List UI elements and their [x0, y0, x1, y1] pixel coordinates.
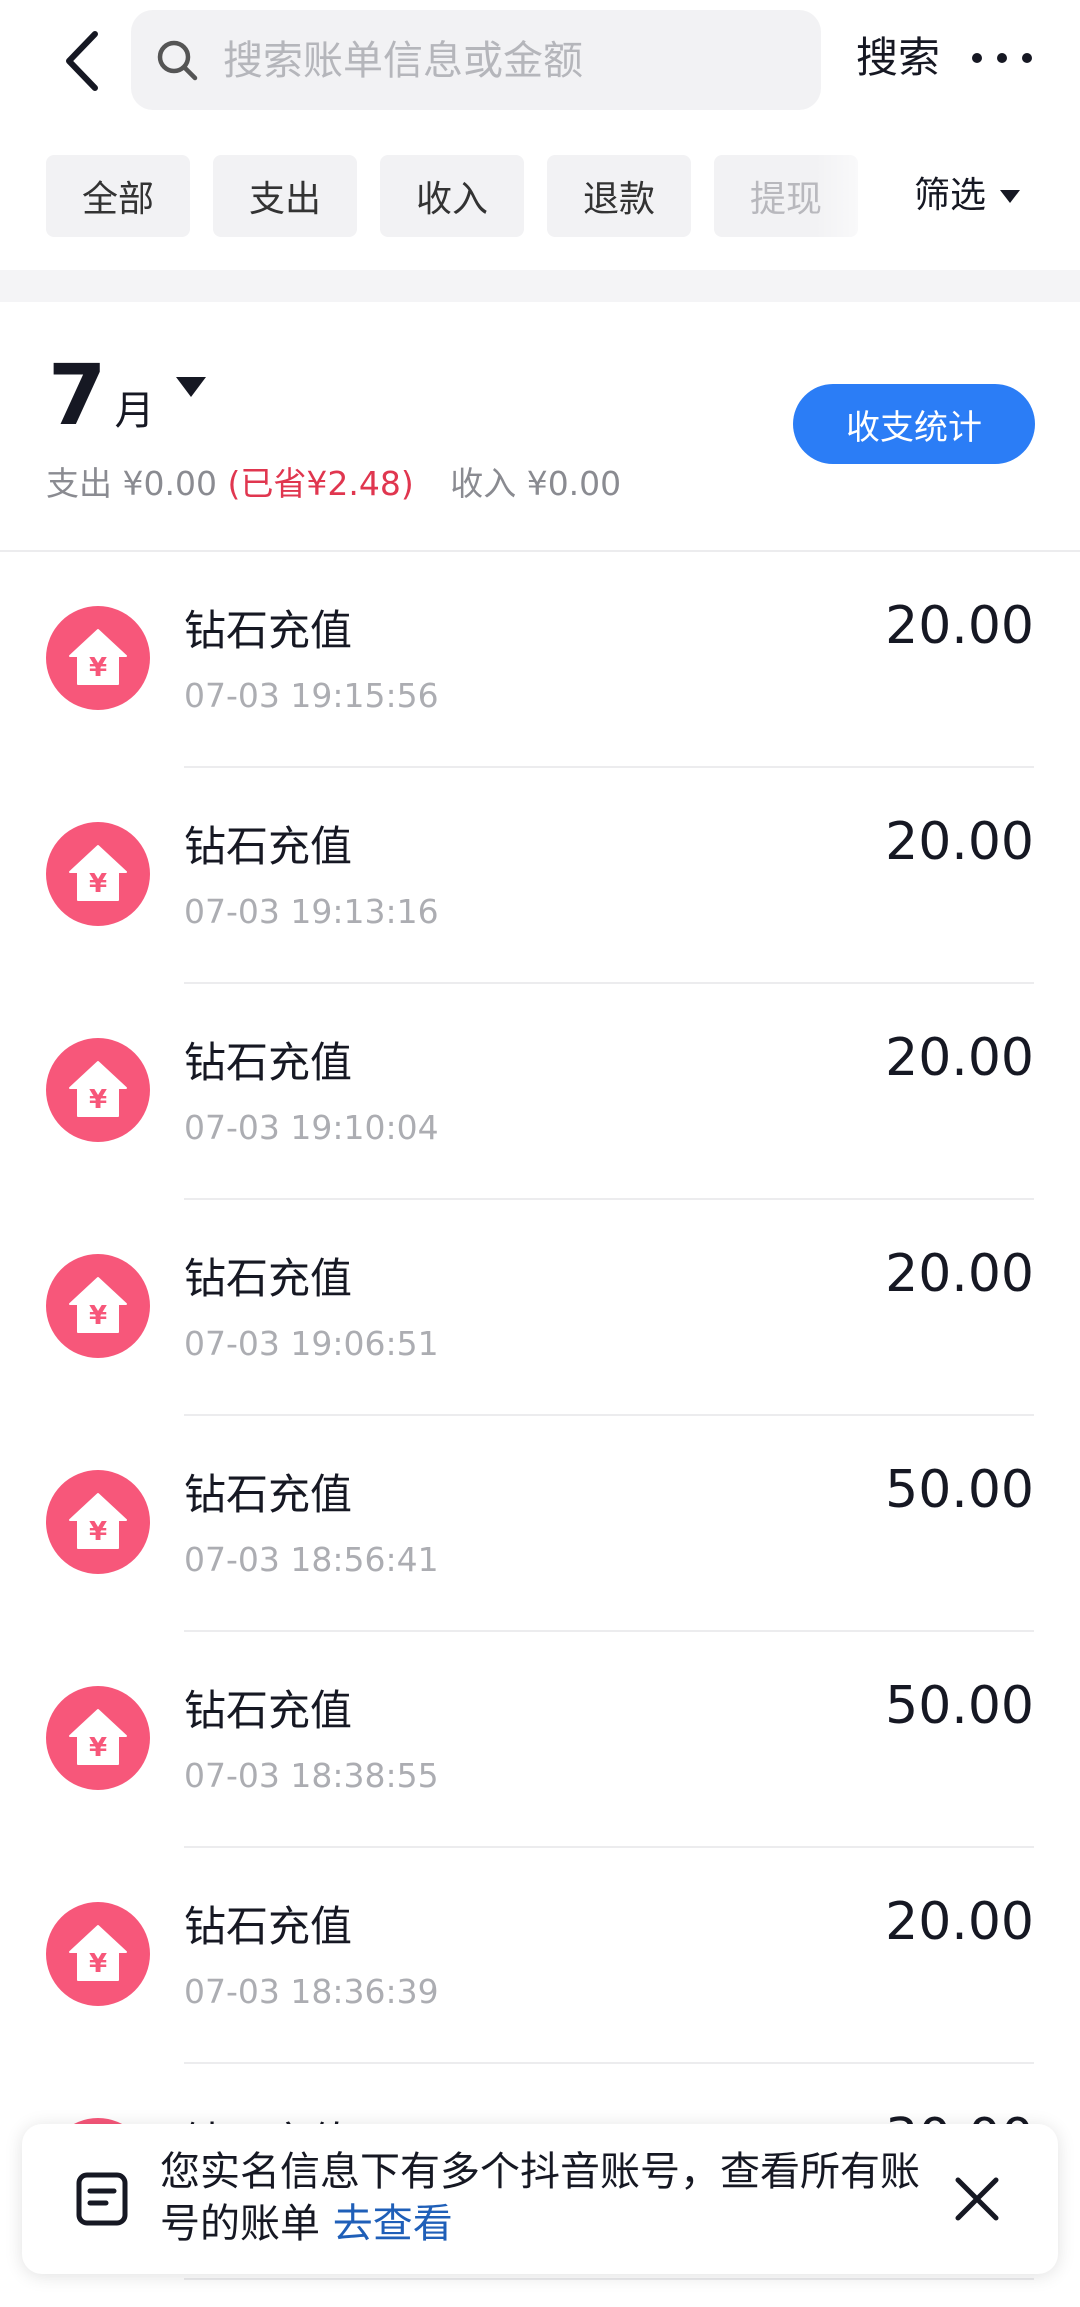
recharge-house-yen-icon: ¥ — [46, 1686, 150, 1790]
transaction-amount: 50.00 — [885, 1460, 1034, 1520]
transaction-time: 07-03 18:38:55 — [184, 1756, 439, 1795]
notice-link[interactable]: 去查看 — [333, 2201, 453, 2247]
transaction-title: 钻石充值 — [184, 1686, 353, 1735]
transaction-title: 钻石充值 — [184, 606, 353, 655]
recharge-house-yen-icon: ¥ — [46, 822, 150, 926]
recharge-house-yen-icon: ¥ — [46, 1038, 150, 1142]
svg-text:¥: ¥ — [89, 653, 107, 683]
transaction-amount: 20.00 — [885, 596, 1034, 656]
transaction-amount: 20.00 — [885, 1028, 1034, 1088]
transaction-title: 钻石充值 — [184, 1254, 353, 1303]
svg-text:¥: ¥ — [89, 1949, 107, 1979]
income-total: 收入 ¥0.00 — [450, 464, 622, 503]
recharge-house-yen-icon: ¥ — [46, 1902, 150, 2006]
chip-refund[interactable]: 退款 — [547, 155, 691, 237]
transaction-amount: 20.00 — [885, 1244, 1034, 1304]
svg-text:¥: ¥ — [89, 1517, 107, 1547]
month-unit: 月 — [114, 388, 155, 434]
transaction-time: 07-03 18:56:41 — [184, 1540, 439, 1579]
notice-text: 您实名信息下有多个抖音账号，查看所有账号的账单 去查看 — [160, 2146, 940, 2250]
notice-message: 您实名信息下有多个抖音账号，查看所有账号的账单 — [160, 2149, 920, 2247]
more-dots-icon[interactable] — [972, 40, 1032, 76]
caret-down-icon — [176, 377, 207, 397]
transaction-amount: 20.00 — [885, 812, 1034, 872]
transaction-time: 07-03 18:36:39 — [184, 1972, 439, 2011]
transaction-row[interactable]: ¥ 钻石充值 07-03 19:06:51 20.00 — [0, 1200, 1080, 1416]
section-divider — [0, 270, 1080, 302]
transaction-time: 07-03 19:10:04 — [184, 1108, 439, 1147]
stats-button[interactable]: 收支统计 — [793, 384, 1035, 464]
caret-down-icon — [1000, 189, 1021, 203]
filter-label: 筛选 — [914, 175, 987, 216]
transaction-amount: 20.00 — [885, 1892, 1034, 1952]
month-number: 7 — [48, 346, 107, 444]
search-icon — [157, 40, 198, 81]
transaction-row[interactable]: ¥ 钻石充值 07-03 19:15:56 20.00 — [0, 552, 1080, 768]
transaction-time: 07-03 19:06:51 — [184, 1324, 439, 1363]
transaction-amount: 50.00 — [885, 1676, 1034, 1736]
search-input[interactable]: 搜索账单信息或金额 — [131, 10, 821, 110]
svg-text:¥: ¥ — [89, 1733, 107, 1763]
row-divider — [184, 2278, 1034, 2280]
transaction-title: 钻石充值 — [184, 1902, 353, 1951]
transaction-row[interactable]: ¥ 钻石充值 07-03 19:13:16 20.00 — [0, 768, 1080, 984]
transaction-time: 07-03 19:13:16 — [184, 892, 439, 931]
svg-text:¥: ¥ — [89, 869, 107, 899]
month-selector[interactable]: 7 月 — [48, 346, 207, 444]
saved-amount: (已省¥2.48) — [227, 464, 414, 503]
transaction-list: ¥ 钻石充值 07-03 19:15:56 20.00 ¥ 钻石充值 07-03 19:13… — [0, 552, 1080, 2280]
svg-text:¥: ¥ — [89, 1085, 107, 1115]
recharge-house-yen-icon: ¥ — [46, 606, 150, 710]
transaction-row[interactable]: ¥ 钻石充值 07-03 18:36:39 20.00 — [0, 1848, 1080, 2064]
transaction-row[interactable]: ¥ 钻石充值 07-03 18:56:41 50.00 — [0, 1416, 1080, 1632]
transaction-title: 钻石充值 — [184, 1470, 353, 1519]
chip-expense[interactable]: 支出 — [213, 155, 357, 237]
transaction-row[interactable]: ¥ 钻石充值 07-03 18:38:55 50.00 — [0, 1632, 1080, 1848]
transaction-title: 钻石充值 — [184, 822, 353, 871]
search-placeholder: 搜索账单信息或金额 — [223, 38, 583, 84]
filter-button[interactable]: 筛选 — [914, 174, 1021, 218]
transaction-time: 07-03 19:15:56 — [184, 676, 439, 715]
transaction-row[interactable]: ¥ 钻石充值 07-03 19:10:04 20.00 — [0, 984, 1080, 1200]
document-icon — [76, 2172, 128, 2226]
chip-all[interactable]: 全部 — [46, 155, 190, 237]
top-bar: 搜索账单信息或金额 搜索 — [0, 0, 1080, 120]
chevron-left-icon — [66, 31, 98, 91]
chips-fade-overlay — [815, 150, 895, 242]
account-notice-banner: 您实名信息下有多个抖音账号，查看所有账号的账单 去查看 — [22, 2124, 1058, 2274]
month-summary: 支出 ¥0.00 (已省¥2.48) 收入 ¥0.00 — [46, 462, 621, 506]
close-icon[interactable] — [948, 2170, 1006, 2228]
search-button[interactable]: 搜索 — [856, 34, 940, 82]
back-button[interactable] — [46, 24, 116, 98]
transaction-title: 钻石充值 — [184, 1038, 353, 1087]
recharge-house-yen-icon: ¥ — [46, 1254, 150, 1358]
recharge-house-yen-icon: ¥ — [46, 1470, 150, 1574]
svg-text:¥: ¥ — [89, 1301, 107, 1331]
chip-income[interactable]: 收入 — [380, 155, 524, 237]
expense-total: 支出 ¥0.00 — [46, 464, 217, 503]
